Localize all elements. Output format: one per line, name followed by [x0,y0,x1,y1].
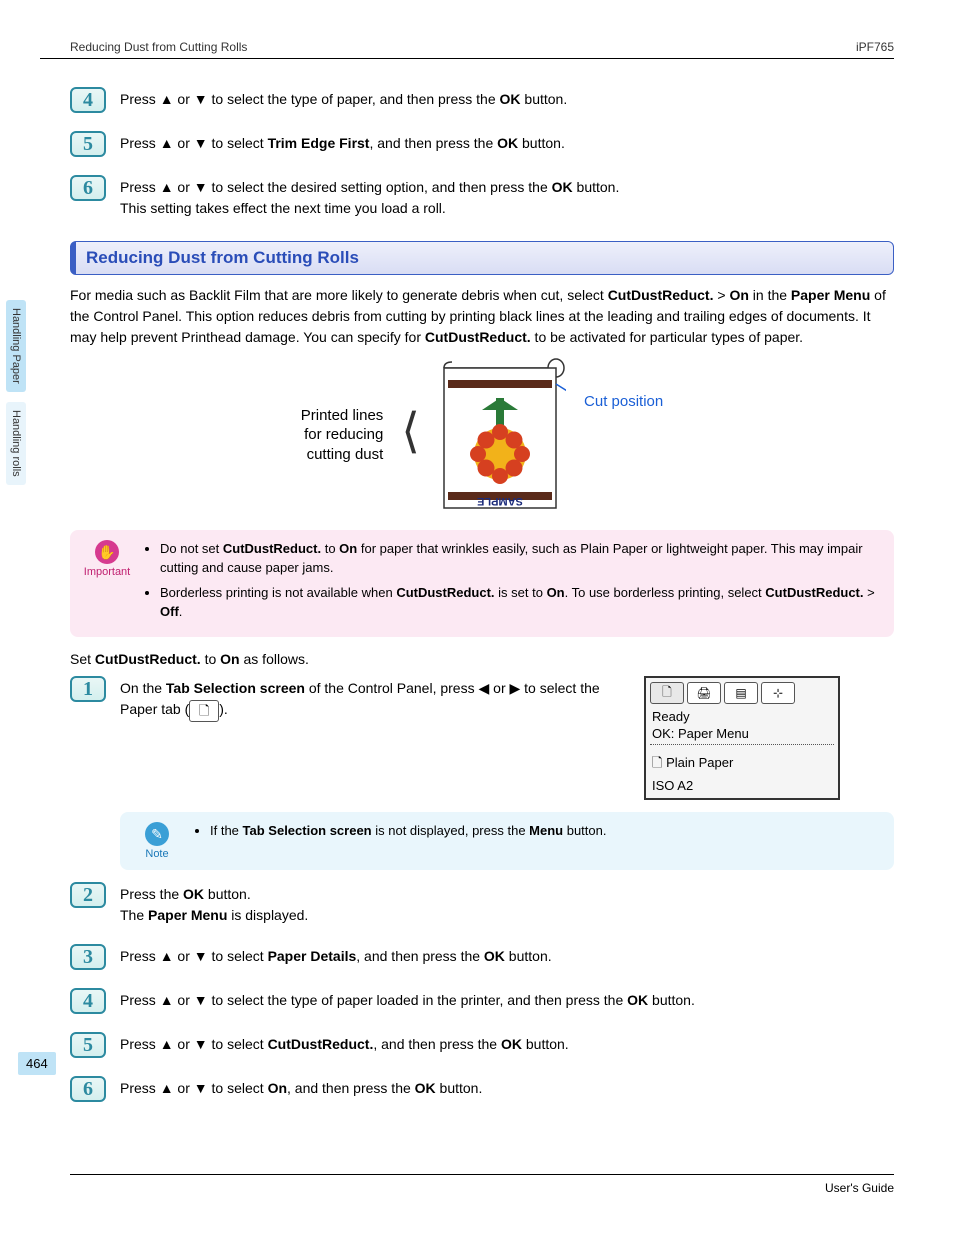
step-1-row: 1 On the Tab Selection screen of the Con… [70,676,894,800]
down-triangle-icon: ▼ [194,948,208,964]
note-callout: ✎ Note If the Tab Selection screen is no… [120,812,894,870]
note-body: If the Tab Selection screen is not displ… [194,822,880,847]
step-number: 3 [70,944,106,970]
screen-line-size: ISO A2 [650,777,834,794]
left-triangle-icon: ◀ [478,680,489,696]
step-4: 4 Press ▲ or ▼ to select the type of pap… [70,988,894,1014]
screen-tab-job-icon: ▤ [724,682,758,704]
down-triangle-icon: ▼ [194,91,208,107]
note-label: Note [130,848,184,860]
step-2: 2 Press the OK button. The Paper Menu is… [70,882,894,926]
up-triangle-icon: ▲ [160,91,174,107]
step-text: Press ▲ or ▼ to select the type of paper… [120,87,894,110]
screen-tab-settings-icon: ⊹ [761,682,795,704]
cut-dust-diagram: Printed lines for reducing cutting dust … [70,358,894,512]
step-text: Press ▲ or ▼ to select On, and then pres… [120,1076,894,1099]
top-step-5: 5 Press ▲ or ▼ to select Trim Edge First… [70,131,894,157]
up-triangle-icon: ▲ [160,1036,174,1052]
up-triangle-icon: ▲ [160,992,174,1008]
step-5: 5 Press ▲ or ▼ to select CutDustReduct.,… [70,1032,894,1058]
right-triangle-icon: ▶ [510,680,521,696]
down-triangle-icon: ▼ [194,135,208,151]
screen-line-okmenu: OK: Paper Menu [650,725,834,742]
intro-paragraph: For media such as Backlit Film that are … [70,285,894,348]
up-triangle-icon: ▲ [160,948,174,964]
control-panel-screen: 🗋 🖨 ▤ ⊹ Ready OK: Paper Menu 🗋 Plain Pap… [644,676,840,800]
svg-text:SAMPLE: SAMPLE [477,495,523,507]
step-text: Press the OK button. The Paper Menu is d… [120,882,894,926]
step-number: 2 [70,882,106,908]
header-right: iPF765 [856,40,894,54]
page-header: Reducing Dust from Cutting Rolls iPF765 [40,40,894,59]
top-step-6: 6 Press ▲ or ▼ to select the desired set… [70,175,894,219]
important-callout: ✋ Important Do not set CutDustReduct. to… [70,530,894,637]
screen-tab-ink-icon: 🖨 [687,682,721,704]
paper-tab-icon: 🗋 [189,700,219,722]
step-text: Press ▲ or ▼ to select Paper Details, an… [120,944,894,967]
step-number: 5 [70,1032,106,1058]
side-tab-handling-paper: Handling Paper [6,300,26,392]
important-label: Important [80,566,134,578]
section-title: Reducing Dust from Cutting Rolls [86,248,883,268]
step-text: Press ▲ or ▼ to select CutDustReduct., a… [120,1032,894,1055]
diagram-image: SAMPLE [438,358,566,512]
step-text: Press ▲ or ▼ to select the type of paper… [120,988,894,1011]
screen-line-paper: 🗋 Plain Paper [650,753,834,777]
step-number: 5 [70,131,106,157]
up-triangle-icon: ▲ [160,1080,174,1096]
brace-icon: ⟨ [401,413,420,451]
up-triangle-icon: ▲ [160,179,174,195]
note-icon: ✎ [145,822,169,846]
important-icon: ✋ [95,540,119,564]
down-triangle-icon: ▼ [194,1080,208,1096]
step-number: 6 [70,1076,106,1102]
step-number: 4 [70,988,106,1014]
step-text: Press ▲ or ▼ to select the desired setti… [120,175,894,219]
page-footer: User's Guide [70,1174,894,1195]
page-number: 464 [18,1052,56,1075]
screen-tab-paper-icon: 🗋 [650,682,684,704]
section-heading: Reducing Dust from Cutting Rolls [70,241,894,275]
diagram-right-label: Cut position [584,393,663,410]
top-step-4: 4 Press ▲ or ▼ to select the type of pap… [70,87,894,113]
side-tab-handling-rolls: Handling rolls [6,402,26,485]
down-triangle-icon: ▼ [194,179,208,195]
step-text: Press ▲ or ▼ to select Trim Edge First, … [120,131,894,154]
down-triangle-icon: ▼ [194,1036,208,1052]
header-left: Reducing Dust from Cutting Rolls [70,40,247,54]
step-6: 6 Press ▲ or ▼ to select On, and then pr… [70,1076,894,1102]
step-number: 4 [70,87,106,113]
screen-line-ready: Ready [650,708,834,725]
step-text: On the Tab Selection screen of the Contr… [120,676,630,721]
step-number: 6 [70,175,106,201]
set-instruction: Set CutDustReduct. to On as follows. [70,649,894,670]
step-3: 3 Press ▲ or ▼ to select Paper Details, … [70,944,894,970]
diagram-left-label: Printed lines for reducing cutting dust [301,406,384,465]
side-tabs: Handling Paper Handling rolls [6,300,26,485]
up-triangle-icon: ▲ [160,135,174,151]
down-triangle-icon: ▼ [194,992,208,1008]
important-body: Do not set CutDustReduct. to On for pape… [144,540,880,627]
step-number: 1 [70,676,106,702]
